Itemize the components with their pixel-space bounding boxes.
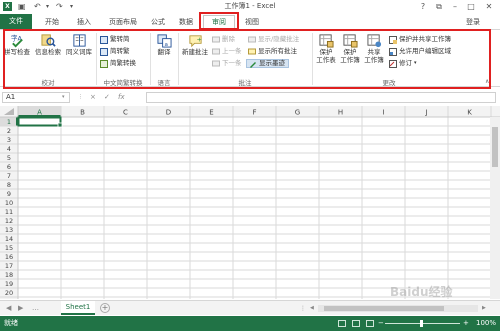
row-header-12[interactable]: 12 (5, 217, 13, 225)
insert-function-icon[interactable]: fx (118, 92, 125, 103)
worksheet-grid[interactable]: A B C D E F G H I J K 1 2 3 4 5 6 7 8 9 10 11 12 13 14 15 16 17 18 19… (0, 106, 500, 299)
row-header-14[interactable]: 14 (5, 235, 13, 243)
namebox-dropdown-icon[interactable]: ▾ (62, 92, 65, 103)
sheet-more-icon[interactable]: … (32, 303, 39, 314)
next-sheet-icon[interactable]: ▶ (18, 303, 23, 314)
help-icon[interactable]: ? (416, 1, 430, 12)
page-break-view-icon[interactable] (366, 320, 374, 327)
customize-qat-icon[interactable]: ▾ (70, 1, 73, 12)
row-header-4[interactable]: 4 (7, 145, 11, 153)
sheet-tab-sheet1[interactable]: Sheet1 (61, 301, 95, 315)
tab-page-layout[interactable]: 页面布局 (102, 16, 144, 28)
ribbon-display-icon[interactable]: ⧉ (432, 1, 446, 12)
row-header-5[interactable]: 5 (7, 154, 11, 162)
column-header-h[interactable]: H (338, 109, 343, 117)
page-layout-view-icon[interactable] (352, 320, 360, 327)
tab-insert[interactable]: 插入 (72, 16, 96, 28)
save-icon[interactable]: ▣ (18, 1, 26, 12)
row-header-3[interactable]: 3 (7, 136, 11, 144)
tab-formulas[interactable]: 公式 (146, 16, 170, 28)
baidu-watermark: Baidu经验 (390, 285, 453, 299)
tab-file[interactable]: 文件 (0, 14, 32, 29)
row-header-19[interactable]: 19 (5, 280, 13, 288)
row-header-16[interactable]: 16 (5, 253, 13, 261)
cancel-icon[interactable]: × (90, 92, 96, 103)
column-header-b[interactable]: B (80, 109, 85, 117)
undo-dropdown-icon[interactable]: ▾ (46, 1, 49, 12)
tab-highlight-box (199, 12, 239, 30)
name-box[interactable]: A1 (2, 92, 70, 103)
scroll-left-icon[interactable]: ◀ (310, 303, 314, 314)
excel-logo-icon: X (3, 2, 12, 11)
zoom-in-icon[interactable]: + (463, 316, 469, 331)
tab-home[interactable]: 开始 (40, 16, 64, 28)
fill-handle[interactable] (57, 122, 63, 128)
undo-icon[interactable]: ↶ (34, 1, 41, 12)
tab-data[interactable]: 数据 (174, 16, 198, 28)
row-header-2[interactable]: 2 (7, 127, 11, 135)
formula-bar-grip-icon: ⋮ (78, 94, 83, 100)
cell-grid[interactable]: A B C D E F G H I J K12345678910111213141516171819… (0, 106, 500, 299)
scrollbar-thumb[interactable] (324, 306, 444, 311)
normal-view-icon[interactable] (338, 320, 346, 327)
zoom-out-icon[interactable]: − (378, 316, 384, 331)
row-header-18[interactable]: 18 (5, 271, 13, 279)
row-header-11[interactable]: 11 (5, 208, 13, 216)
column-header-j[interactable]: J (424, 109, 427, 117)
redo-icon[interactable]: ↷ (56, 1, 63, 12)
add-sheet-button[interactable]: + (100, 303, 110, 313)
column-header-f[interactable]: F (252, 109, 256, 117)
zoom-slider-knob[interactable] (420, 320, 423, 327)
active-cell-a1[interactable] (17, 116, 62, 127)
row-header-20[interactable]: 20 (5, 289, 13, 297)
horizontal-scrollbar[interactable] (318, 305, 478, 312)
row-header-6[interactable]: 6 (7, 163, 11, 171)
row-header-9[interactable]: 9 (7, 190, 11, 198)
tab-view[interactable]: 视图 (240, 16, 264, 28)
column-header-c[interactable]: C (123, 109, 128, 117)
title-bar: X ▣ ↶ ▾ ↷ ▾ 工作簿1 - Excel ? ⧉ – □ ✕ (0, 0, 500, 13)
row-header-10[interactable]: 10 (5, 199, 13, 207)
column-header-a[interactable]: A (37, 109, 42, 117)
formula-bar: A1 ▾ ⋮ × ✓ fx (0, 92, 500, 104)
sheet-tab-bar: ◀ ▶ … Sheet1 + ⋮ ◀ ▶ (0, 300, 500, 315)
prev-sheet-icon[interactable]: ◀ (6, 303, 11, 314)
status-bar: 就绪 − + 100% (0, 316, 500, 331)
row-header-7[interactable]: 7 (7, 172, 11, 180)
column-header-g[interactable]: G (295, 109, 300, 117)
tab-split-grip-icon[interactable]: ⋮ (300, 303, 306, 314)
zoom-level[interactable]: 100% (476, 316, 496, 331)
column-header-i[interactable]: I (382, 109, 384, 117)
column-header-d[interactable]: D (166, 109, 171, 117)
row-header-17[interactable]: 17 (5, 262, 13, 270)
signin-link[interactable]: 登录 (466, 16, 480, 28)
scroll-right-icon[interactable]: ▶ (482, 303, 486, 314)
enter-icon[interactable]: ✓ (104, 92, 110, 103)
row-header-1[interactable]: 1 (7, 118, 11, 126)
column-header-e[interactable]: E (209, 109, 213, 117)
close-icon[interactable]: ✕ (482, 1, 496, 12)
ribbon-highlight-box (3, 29, 491, 89)
minimize-icon[interactable]: – (448, 1, 462, 12)
maximize-icon[interactable]: □ (464, 1, 478, 12)
formula-input[interactable] (146, 92, 496, 103)
status-text: 就绪 (4, 319, 18, 327)
ribbon-tabs: 文件 开始 插入 页面布局 公式 数据 审阅 视图 登录 (0, 14, 500, 29)
row-header-13[interactable]: 13 (5, 226, 13, 234)
vertical-scrollbar-thumb[interactable] (492, 127, 498, 167)
row-header-8[interactable]: 8 (7, 181, 11, 189)
row-header-15[interactable]: 15 (5, 244, 13, 252)
column-header-k[interactable]: K (467, 109, 472, 117)
window-title: 工作簿1 - Excel (224, 2, 276, 10)
